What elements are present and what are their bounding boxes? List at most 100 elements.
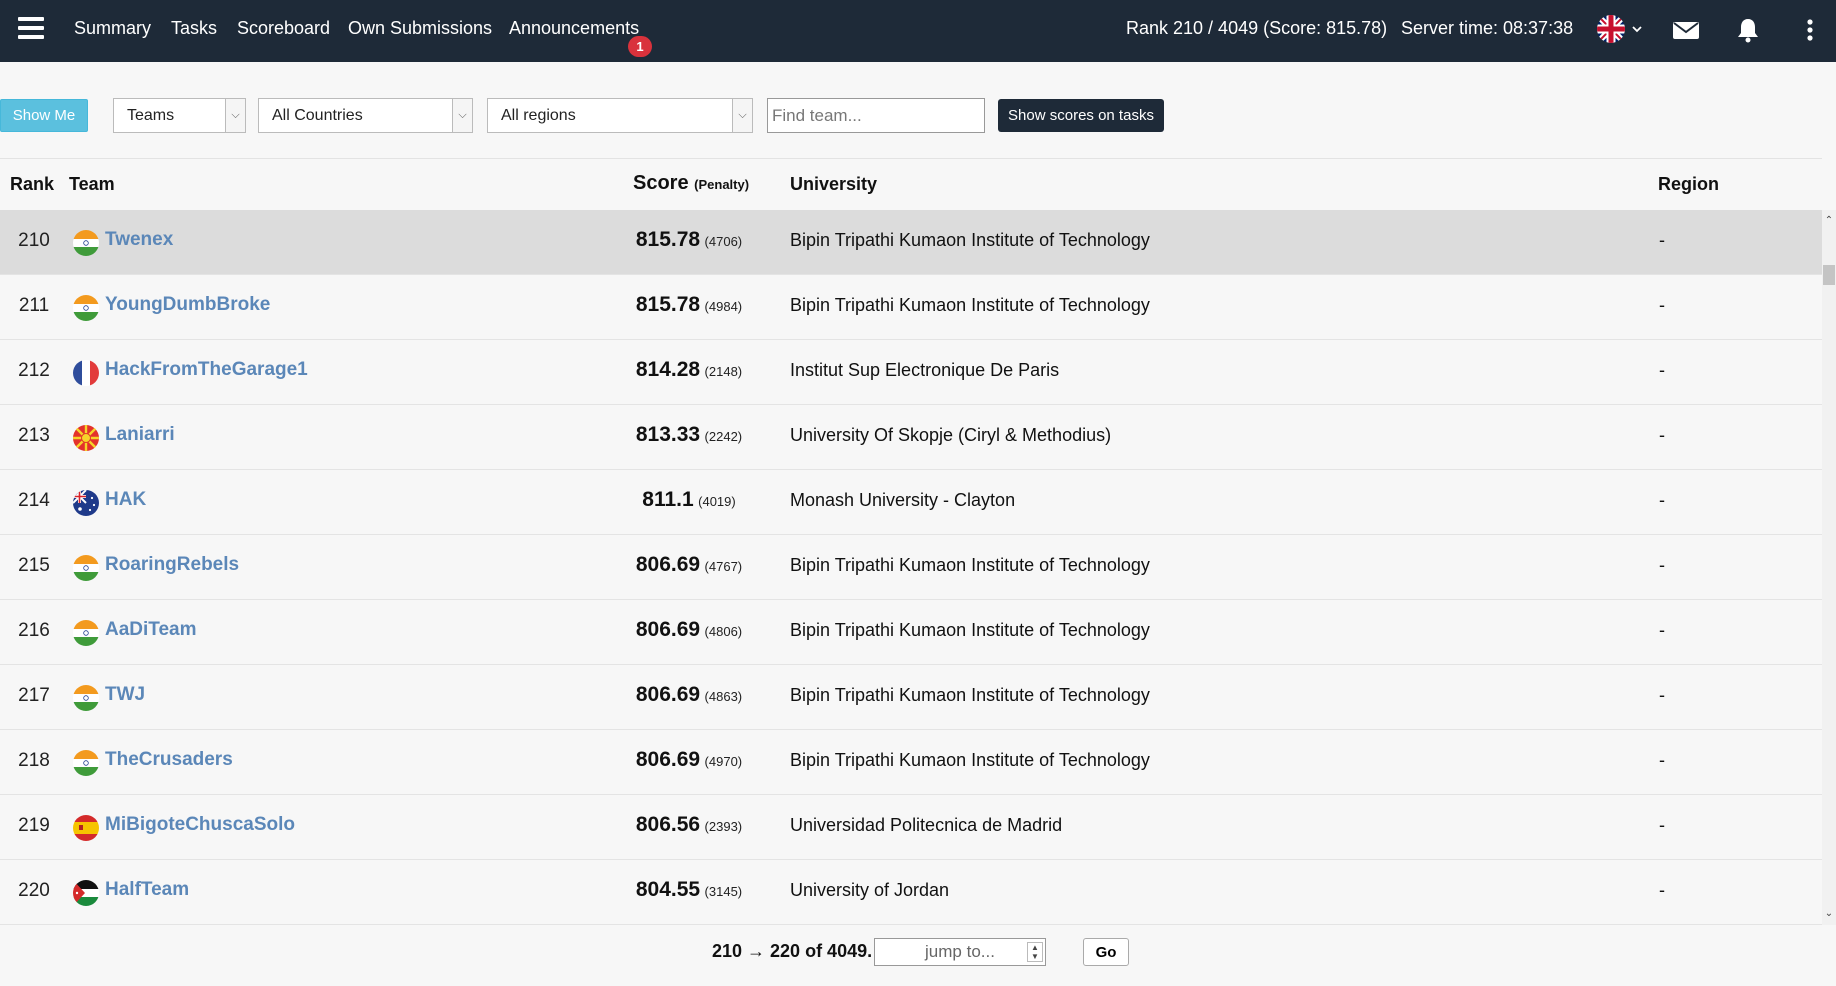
nav-tasks[interactable]: Tasks: [171, 18, 217, 39]
table-row: 214 HAK 811.1 (4019) Monash University - Cl…: [0, 470, 1822, 535]
table-row: 220 HalfTeam 804.55 (3145) University of Jo…: [0, 860, 1822, 925]
scrollbar-thumb[interactable]: [1823, 265, 1835, 285]
table-header: Rank Team Score (Penalty) University Reg…: [0, 158, 1822, 210]
show-me-button[interactable]: Show Me: [0, 99, 88, 132]
team-link[interactable]: HAK: [105, 489, 146, 511]
scroll-down-icon[interactable]: ⌄: [1822, 907, 1836, 921]
row-score: 813.33 (2242): [600, 423, 778, 447]
team-link[interactable]: YoungDumbBroke: [105, 294, 270, 316]
row-score: 811.1 (4019): [600, 488, 778, 512]
team-link[interactable]: HackFromTheGarage1: [105, 359, 308, 381]
row-university: University Of Skopje (Ciryl & Methodius): [790, 425, 1112, 445]
jump-to-input[interactable]: jump to... ▲ ▼: [874, 938, 1046, 966]
score-value: 804.55: [635, 878, 701, 901]
penalty-value: (4863): [704, 689, 743, 704]
kebab-icon[interactable]: [1796, 16, 1816, 44]
country-flag-icon: [73, 230, 99, 256]
page-range: 210 → 220 of 4049.: [712, 941, 873, 961]
chevron-down-icon: ⌵: [452, 99, 472, 132]
team-link[interactable]: MiBigoteChuscaSolo: [105, 814, 295, 836]
country-flag-icon: [73, 295, 99, 321]
chevron-down-icon: [1632, 26, 1642, 33]
row-university: Bipin Tripathi Kumaon Institute of Techn…: [790, 230, 1150, 250]
table-scrollbar[interactable]: ⌃ ⌄: [1822, 210, 1836, 925]
row-rank: 214: [18, 490, 50, 511]
entity-select-value: Teams: [127, 107, 175, 124]
header-rank[interactable]: Rank: [10, 174, 54, 195]
row-region: -: [1659, 880, 1665, 900]
country-flag-icon: [73, 880, 99, 906]
score-value: 811.1: [642, 488, 694, 511]
row-score: 815.78 (4706): [600, 228, 778, 252]
go-button[interactable]: Go: [1083, 938, 1129, 966]
row-region: -: [1659, 360, 1665, 380]
row-university: Monash University - Clayton: [790, 490, 1016, 510]
penalty-value: (2148): [704, 364, 743, 379]
team-link[interactable]: Laniarri: [105, 424, 175, 446]
nav-scoreboard[interactable]: Scoreboard: [237, 18, 330, 39]
penalty-value: (4019): [698, 494, 736, 509]
team-link[interactable]: HalfTeam: [105, 879, 189, 901]
row-rank: 217: [18, 685, 50, 706]
header-region[interactable]: Region: [1658, 174, 1719, 195]
team-link[interactable]: TWJ: [105, 684, 145, 706]
penalty-value: (2393): [704, 819, 743, 834]
penalty-value: (4984): [704, 299, 743, 314]
row-region: -: [1659, 620, 1665, 640]
score-value: 815.78: [635, 228, 701, 251]
team-link[interactable]: AaDiTeam: [105, 619, 197, 641]
row-score: 806.69 (4970): [600, 748, 778, 772]
team-link[interactable]: TheCrusaders: [105, 749, 233, 771]
row-score: 806.69 (4863): [600, 683, 778, 707]
scroll-up-icon[interactable]: ⌃: [1822, 214, 1836, 228]
country-flag-icon: [73, 750, 99, 776]
nav-announcements[interactable]: Announcements: [509, 18, 639, 39]
penalty-value: (4767): [704, 559, 743, 574]
row-region: -: [1659, 425, 1665, 445]
mail-icon[interactable]: [1672, 16, 1700, 44]
row-rank: 212: [18, 360, 50, 381]
row-score: 815.78 (4984): [600, 293, 778, 317]
show-scores-button[interactable]: Show scores on tasks: [998, 99, 1164, 132]
score-value: 806.69: [635, 618, 701, 641]
uk-flag-icon: [1597, 15, 1642, 43]
score-value: 815.78: [635, 293, 701, 316]
header-university[interactable]: University: [790, 174, 877, 195]
spinner-icon[interactable]: ▲ ▼: [1027, 942, 1043, 962]
score-value: 813.33: [635, 423, 701, 446]
find-team-input[interactable]: [767, 98, 985, 133]
row-rank: 218: [18, 750, 50, 771]
team-link[interactable]: RoaringRebels: [105, 554, 239, 576]
entity-select[interactable]: Teams ⌵: [113, 98, 246, 133]
menu-icon[interactable]: [18, 17, 44, 39]
header-score[interactable]: Score (Penalty): [633, 172, 749, 195]
header-team[interactable]: Team: [69, 174, 115, 195]
row-rank: 211: [18, 295, 50, 316]
score-value: 806.69: [635, 683, 701, 706]
row-region: -: [1659, 750, 1665, 770]
row-university: Bipin Tripathi Kumaon Institute of Techn…: [790, 555, 1150, 575]
row-region: -: [1659, 230, 1665, 250]
bell-icon[interactable]: [1734, 16, 1762, 44]
table-row: 216 AaDiTeam 806.69 (4806) Bipin Tripathi K…: [0, 600, 1822, 665]
row-score: 804.55 (3145): [600, 878, 778, 902]
table-row: 219 MiBigoteChuscaSolo 806.56 (2393) Univer…: [0, 795, 1822, 860]
country-select[interactable]: All Countries ⌵: [258, 98, 473, 133]
announcements-badge: 1: [628, 36, 652, 57]
row-rank: 215: [18, 555, 50, 576]
language-selector[interactable]: [1596, 14, 1646, 44]
region-select[interactable]: All regions ⌵: [487, 98, 753, 133]
penalty-value: (3145): [704, 884, 743, 899]
table-row: 210 Twenex 815.78 (4706) Bipin Tripathi Kum…: [0, 210, 1822, 275]
nav-own-submissions[interactable]: Own Submissions: [348, 18, 492, 39]
row-region: -: [1659, 555, 1665, 575]
rank-info: Rank 210 / 4049 (Score: 815.78): [1126, 18, 1388, 38]
team-link[interactable]: Twenex: [105, 229, 173, 251]
table-row: 211 YoungDumbBroke 815.78 (4984) Bipin Trip…: [0, 275, 1822, 340]
nav-summary[interactable]: Summary: [74, 18, 151, 39]
server-time: Server time: 08:37:38: [1401, 18, 1574, 38]
row-rank: 213: [18, 425, 50, 446]
top-navbar: Summary Tasks Scoreboard Own Submissions…: [0, 0, 1836, 62]
score-value: 806.56: [635, 813, 701, 836]
country-flag-icon: [73, 490, 99, 516]
